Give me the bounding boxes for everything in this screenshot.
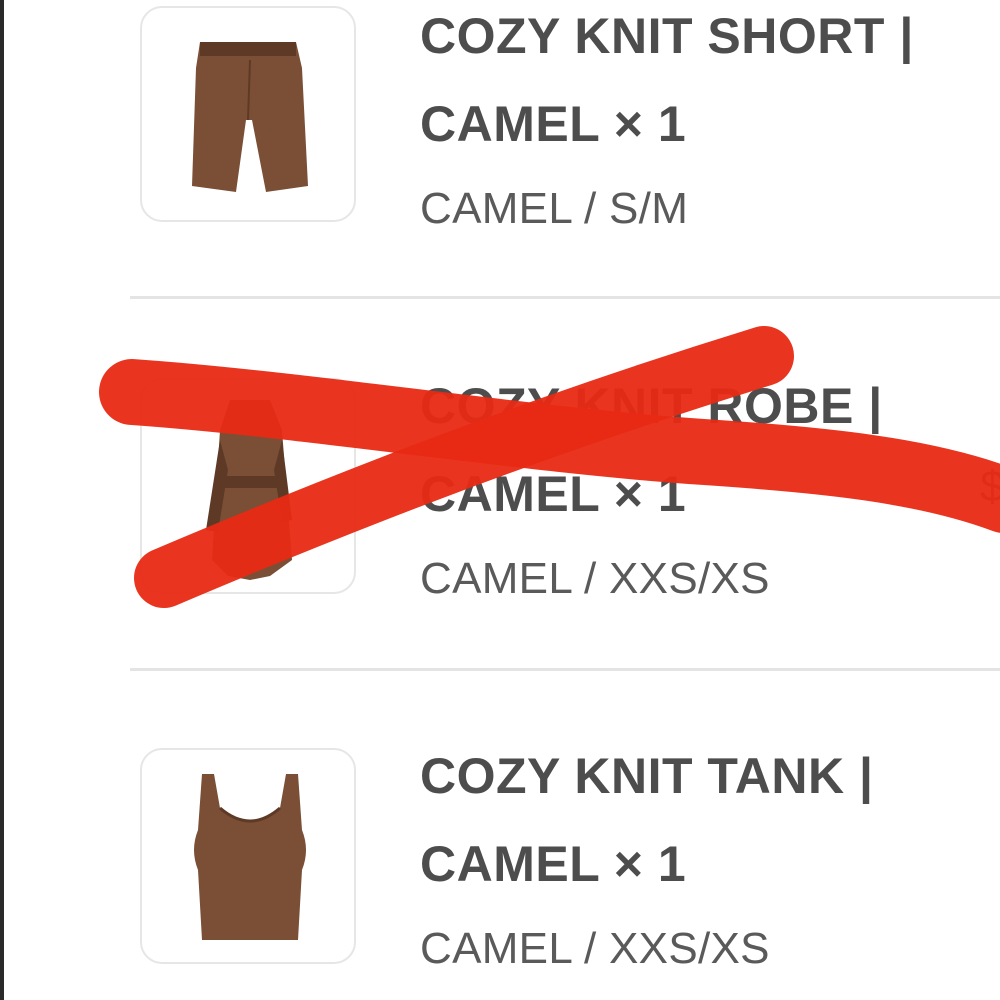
price-fragment: $ xyxy=(980,462,1000,512)
divider xyxy=(130,296,1000,299)
product-thumbnail[interactable] xyxy=(140,378,356,594)
product-title[interactable]: COZY KNIT TANK | CAMEL × 1 xyxy=(420,732,980,908)
product-variant: CAMEL / XXS/XS xyxy=(420,554,770,603)
product-variant: CAMEL / S/M xyxy=(420,184,689,233)
product-thumbnail[interactable] xyxy=(140,6,356,222)
tank-top-icon xyxy=(194,774,306,940)
robe-icon xyxy=(206,400,292,580)
order-summary-page: COZY KNIT SHORT | CAMEL × 1 CAMEL / S/M … xyxy=(0,0,1000,1000)
product-title[interactable]: COZY KNIT ROBE | CAMEL × 1 xyxy=(420,362,980,538)
list-item: COZY KNIT TANK | CAMEL × 1 CAMEL / XXS/X… xyxy=(140,670,1000,1000)
shorts-icon xyxy=(192,42,308,192)
list-item: COZY KNIT ROBE | CAMEL × 1 CAMEL / XXS/X… xyxy=(140,300,1000,670)
product-thumbnail[interactable] xyxy=(140,748,356,964)
list-item: COZY KNIT SHORT | CAMEL × 1 CAMEL / S/M xyxy=(140,0,1000,300)
product-variant: CAMEL / XXS/XS xyxy=(420,924,770,973)
product-title[interactable]: COZY KNIT SHORT | CAMEL × 1 xyxy=(420,0,980,168)
